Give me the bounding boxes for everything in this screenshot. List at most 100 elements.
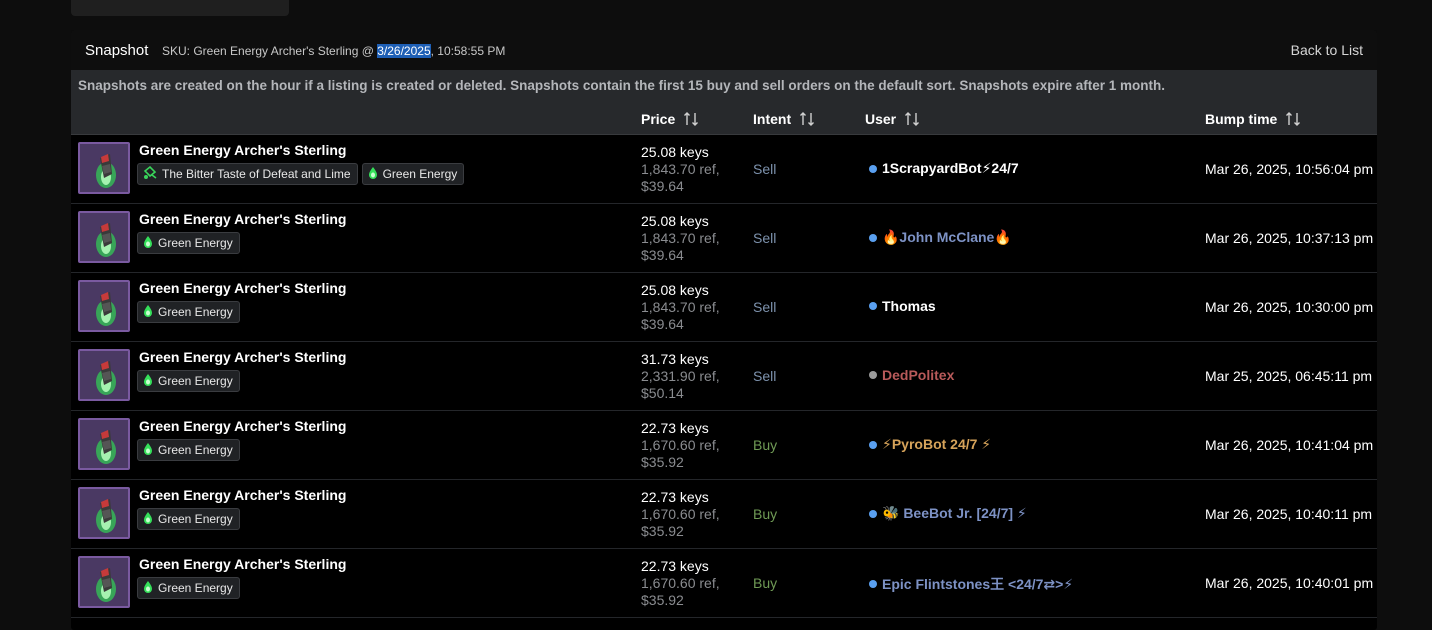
price-usd: $35.92 xyxy=(641,454,684,470)
user-name-link[interactable]: ⚡PyroBot 24/7 ⚡ xyxy=(882,436,991,453)
status-dot xyxy=(869,440,877,449)
tag-label: Green Energy xyxy=(158,374,233,388)
price-cell: 25.08 keys 1,843.70 ref, $39.64 xyxy=(641,144,720,195)
sku-date-selected: 3/26/2025 xyxy=(377,44,431,58)
item-thumbnail[interactable] xyxy=(78,280,130,332)
user-cell[interactable]: 🐝 BeeBot Jr. [24/7] ⚡ xyxy=(869,505,1027,522)
user-cell[interactable]: 🔥John McClane🔥 xyxy=(869,229,1012,246)
intent-label: Buy xyxy=(753,506,778,522)
snapshot-panel: Snapshot SKU: Green Energy Archer's Ster… xyxy=(71,30,1377,630)
listing-rows: Green Energy Archer's Sterling The Bitte… xyxy=(71,135,1377,618)
sort-icon xyxy=(1285,111,1301,127)
item-attribute-tags: Green Energy xyxy=(137,232,240,254)
item-thumbnail[interactable] xyxy=(78,211,130,263)
price-cell: 25.08 keys 1,843.70 ref, $39.64 xyxy=(641,213,720,264)
sku-line: SKU: Green Energy Archer's Sterling @ 3/… xyxy=(162,44,505,58)
item-name[interactable]: Green Energy Archer's Sterling xyxy=(139,556,346,572)
price-keys: 31.73 keys xyxy=(641,351,709,367)
item-thumbnail[interactable] xyxy=(78,556,130,608)
price-keys: 25.08 keys xyxy=(641,144,709,160)
column-label: Bump time xyxy=(1205,111,1278,127)
price-cell: 25.08 keys 1,843.70 ref, $39.64 xyxy=(641,282,720,333)
item-name[interactable]: Green Energy Archer's Sterling xyxy=(139,280,346,296)
archers-sterling-icon xyxy=(96,154,116,188)
archers-sterling-icon xyxy=(96,292,116,326)
item-attribute-tags: Green Energy xyxy=(137,370,240,392)
column-header-user[interactable]: User xyxy=(865,111,920,127)
item-name[interactable]: Green Energy Archer's Sterling xyxy=(139,418,346,434)
user-cell[interactable]: 1ScrapyardBot⚡24/7 xyxy=(869,160,1019,177)
price-ref: 1,843.70 ref, xyxy=(641,161,720,177)
effect-tag[interactable]: Green Energy xyxy=(137,232,240,254)
intent-label: Buy xyxy=(753,437,778,453)
table-row[interactable]: Green Energy Archer's Sterling Green Ene… xyxy=(71,342,1377,411)
table-row[interactable]: Green Energy Archer's Sterling Green Ene… xyxy=(71,204,1377,273)
effect-tag[interactable]: Green Energy xyxy=(137,577,240,599)
user-name-link[interactable]: 🔥John McClane🔥 xyxy=(882,229,1012,246)
energy-drop-icon xyxy=(143,511,153,527)
user-name-link[interactable]: 1ScrapyardBot⚡24/7 xyxy=(882,160,1019,177)
effect-tag[interactable]: Green Energy xyxy=(137,301,240,323)
table-row[interactable]: Green Energy Archer's Sterling The Bitte… xyxy=(71,135,1377,204)
bump-time: Mar 26, 2025, 10:30:00 pm xyxy=(1205,299,1374,315)
item-name[interactable]: Green Energy Archer's Sterling xyxy=(139,142,346,158)
item-attribute-tags: Green Energy xyxy=(137,301,240,323)
user-name-link[interactable]: 🐝 BeeBot Jr. [24/7] ⚡ xyxy=(882,505,1027,522)
tag-label: Green Energy xyxy=(158,512,233,526)
user-cell[interactable]: Epic Flintstones王 <24/7⇄>⚡ xyxy=(869,574,1073,594)
archers-sterling-icon xyxy=(96,430,116,464)
user-cell[interactable]: DedPolitex xyxy=(869,367,954,383)
item-attribute-tags: The Bitter Taste of Defeat and Lime Green… xyxy=(137,163,465,185)
sku-time: , 10:58:55 PM xyxy=(430,44,506,58)
table-row[interactable]: Green Energy Archer's Sterling Green Ene… xyxy=(71,273,1377,342)
intent-label: Sell xyxy=(753,161,777,177)
column-header-intent[interactable]: Intent xyxy=(753,111,815,127)
back-to-list-link[interactable]: Back to List xyxy=(1291,42,1363,58)
price-ref: 1,670.60 ref, xyxy=(641,506,720,522)
price-keys: 22.73 keys xyxy=(641,420,709,436)
item-name[interactable]: Green Energy Archer's Sterling xyxy=(139,487,346,503)
item-thumbnail[interactable] xyxy=(78,349,130,401)
item-name[interactable]: Green Energy Archer's Sterling xyxy=(139,349,346,365)
table-row[interactable]: Green Energy Archer's Sterling Green Ene… xyxy=(71,480,1377,549)
item-thumbnail[interactable] xyxy=(78,142,130,194)
effect-tag[interactable]: Green Energy xyxy=(361,163,465,185)
status-dot xyxy=(869,580,877,588)
bump-time: Mar 26, 2025, 10:40:01 pm xyxy=(1205,575,1374,591)
effect-tag[interactable]: Green Energy xyxy=(137,370,240,392)
column-header-bump-time[interactable]: Bump time xyxy=(1205,111,1301,127)
bump-time: Mar 26, 2025, 10:41:04 pm xyxy=(1205,437,1374,453)
status-dot xyxy=(869,371,877,379)
energy-drop-icon xyxy=(143,235,153,251)
effect-tag[interactable]: Green Energy xyxy=(137,439,240,461)
item-attribute-tags: Green Energy xyxy=(137,508,240,530)
sort-icon xyxy=(904,111,920,127)
bump-time: Mar 25, 2025, 06:45:11 pm xyxy=(1205,368,1373,384)
paint-tag[interactable]: The Bitter Taste of Defeat and Lime xyxy=(137,163,358,185)
intent-label: Sell xyxy=(753,368,777,384)
archers-sterling-icon xyxy=(96,361,116,395)
item-name[interactable]: Green Energy Archer's Sterling xyxy=(139,211,346,227)
tag-label: Green Energy xyxy=(158,236,233,250)
price-cell: 22.73 keys 1,670.60 ref, $35.92 xyxy=(641,489,720,540)
table-row[interactable]: Green Energy Archer's Sterling Green Ene… xyxy=(71,411,1377,480)
user-name-link[interactable]: DedPolitex xyxy=(882,367,954,383)
effect-tag[interactable]: Green Energy xyxy=(137,508,240,530)
paint-can-icon xyxy=(143,165,157,183)
price-ref: 1,670.60 ref, xyxy=(641,575,720,591)
column-label: User xyxy=(865,111,897,127)
sku-prefix: SKU: Green Energy Archer's Sterling @ xyxy=(162,44,378,58)
price-cell: 22.73 keys 1,670.60 ref, $35.92 xyxy=(641,558,720,609)
user-name-link[interactable]: Epic Flintstones王 <24/7⇄>⚡ xyxy=(882,574,1073,594)
table-row[interactable]: Green Energy Archer's Sterling Green Ene… xyxy=(71,549,1377,618)
user-cell[interactable]: ⚡PyroBot 24/7 ⚡ xyxy=(869,436,991,453)
status-dot xyxy=(869,233,877,242)
user-cell[interactable]: Thomas xyxy=(869,298,936,314)
user-name-link[interactable]: Thomas xyxy=(882,298,936,314)
item-thumbnail[interactable] xyxy=(78,418,130,470)
tag-label: Green Energy xyxy=(158,305,233,319)
item-thumbnail[interactable] xyxy=(78,487,130,539)
energy-drop-icon xyxy=(143,373,153,389)
column-header-price[interactable]: Price xyxy=(641,111,699,127)
energy-drop-icon xyxy=(143,442,153,458)
